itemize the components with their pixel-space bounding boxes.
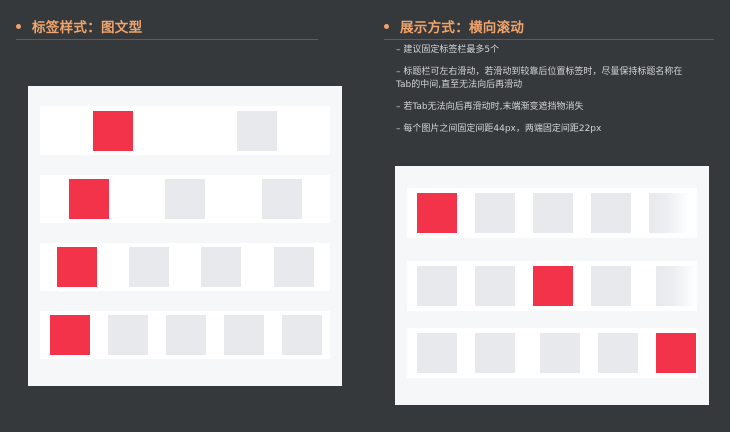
tab-image-tile-faded[interactable] xyxy=(656,266,696,306)
scroll-row-middle[interactable] xyxy=(407,261,697,311)
left-section-divider xyxy=(16,39,318,40)
right-section-divider xyxy=(384,39,714,40)
tab-image-tile[interactable] xyxy=(417,266,457,306)
tab-image-tile[interactable] xyxy=(262,179,302,219)
tab-image-tile-active[interactable] xyxy=(533,266,573,306)
left-section-title: 标签样式：图文型 xyxy=(16,16,142,36)
tab-image-tile[interactable] xyxy=(591,266,631,306)
scroll-row-start[interactable] xyxy=(407,188,697,238)
left-section-title-text: 标签样式：图文型 xyxy=(32,20,143,36)
tab-image-tile-active[interactable] xyxy=(93,111,133,151)
tab-row-4-items xyxy=(40,243,330,291)
bullet-icon xyxy=(384,23,389,29)
notes-list: – 建议固定标签栏最多5个 – 标题栏可左右滑动，若滑动到较靠后位置标签时，尽量… xyxy=(396,44,696,145)
tab-image-tile[interactable] xyxy=(591,193,631,233)
tab-image-tile[interactable] xyxy=(129,247,169,287)
tab-style-panel xyxy=(28,86,342,386)
note-item: – 每个图片之间固定间距44px，两端固定间距22px xyxy=(396,124,602,134)
tab-row-2-items xyxy=(40,106,330,155)
right-section-title-text: 展示方式：横向滚动 xyxy=(400,20,525,36)
tab-image-tile[interactable] xyxy=(475,266,515,306)
tab-image-tile[interactable] xyxy=(274,247,314,287)
tab-image-tile[interactable] xyxy=(224,315,264,355)
scroll-row-end[interactable] xyxy=(407,328,697,378)
tab-image-tile-active[interactable] xyxy=(417,193,457,233)
tab-image-tile[interactable] xyxy=(533,193,573,233)
tab-image-tile-active[interactable] xyxy=(57,247,97,287)
note-item: – 标题栏可左右滑动，若滑动到较靠后位置标签时，尽量保持标题名称在Tab的中间,… xyxy=(396,67,683,90)
tab-row-5-items xyxy=(40,311,330,359)
note-item: – 建议固定标签栏最多5个 xyxy=(396,45,500,55)
tab-image-tile-active[interactable] xyxy=(69,179,109,219)
tab-image-tile[interactable] xyxy=(475,333,515,373)
tab-image-tile[interactable] xyxy=(201,247,241,287)
bullet-icon xyxy=(16,23,21,29)
tab-image-tile[interactable] xyxy=(598,333,638,373)
scroll-demo-panel xyxy=(395,166,709,405)
note-item: – 若Tab无法向后再滑动时,末端渐变遮挡物消失 xyxy=(396,102,584,112)
right-section-title: 展示方式：横向滚动 xyxy=(384,16,524,36)
tab-image-tile[interactable] xyxy=(237,111,277,151)
tab-image-tile[interactable] xyxy=(166,315,206,355)
tab-image-tile-active[interactable] xyxy=(656,333,696,373)
tab-image-tile[interactable] xyxy=(540,333,580,373)
tab-row-3-items xyxy=(40,175,330,223)
tab-image-tile-active[interactable] xyxy=(50,315,90,355)
tab-image-tile[interactable] xyxy=(475,193,515,233)
tab-image-tile[interactable] xyxy=(108,315,148,355)
tab-image-tile[interactable] xyxy=(417,333,457,373)
tab-image-tile-faded[interactable] xyxy=(649,193,689,233)
tab-image-tile[interactable] xyxy=(165,179,205,219)
tab-image-tile[interactable] xyxy=(282,315,322,355)
